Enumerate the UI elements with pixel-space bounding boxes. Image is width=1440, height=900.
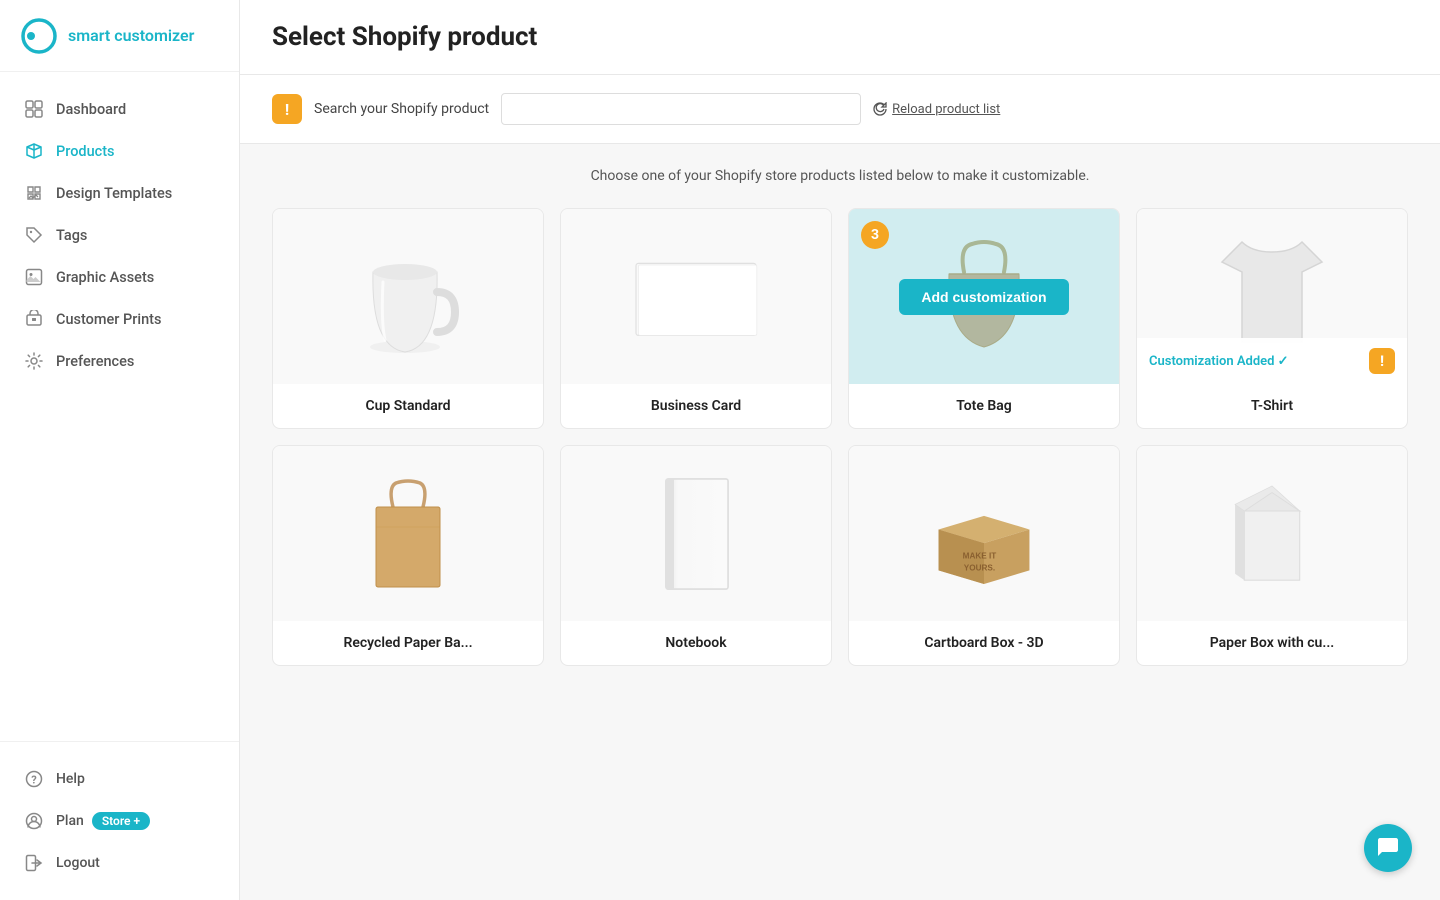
main-content: Select Shopify product ! Search your Sho… [240,0,1440,900]
sidebar-item-label-dashboard: Dashboard [56,101,126,118]
sidebar-item-preferences[interactable]: Preferences [0,340,239,382]
main-header: Select Shopify product [240,0,1440,75]
product-image-cup-standard [273,209,543,384]
main-nav: Dashboard Products Design [0,72,239,741]
product-card-notebook[interactable]: Notebook [560,445,832,666]
svg-text:MAKE IT: MAKE IT [963,551,997,560]
sidebar-item-design-templates[interactable]: Design Templates [0,172,239,214]
product-image-notebook [561,446,831,621]
sidebar-item-dashboard[interactable]: Dashboard [0,88,239,130]
sidebar-item-graphic-assets[interactable]: Graphic Assets [0,256,239,298]
notebook-image [651,474,741,594]
reload-button[interactable]: Reload product list [873,102,1000,117]
cbox-image: MAKE IT YOURS. [919,484,1049,584]
product-card-paper-box[interactable]: Paper Box with cu... [1136,445,1408,666]
overlay-count: 3 [861,221,889,249]
sidebar-item-tags[interactable]: Tags [0,214,239,256]
sidebar-item-label-customer-prints: Customer Prints [56,311,161,328]
sidebar-item-label-graphic-assets: Graphic Assets [56,269,154,286]
bcard-image [631,257,761,337]
main-body: Choose one of your Shopify store product… [240,144,1440,900]
customization-added-overlay: Customization Added ✓ ! [1137,338,1407,384]
design-templates-icon [24,183,44,203]
sidebar-item-label-products: Products [56,143,115,160]
page-title: Select Shopify product [272,22,1408,52]
chat-button[interactable] [1364,824,1412,872]
help-icon: ? [24,769,44,789]
sidebar-item-logout[interactable]: Logout [0,842,239,884]
sidebar-bottom: ? Help Plan Store + [0,741,239,900]
dashboard-icon [24,99,44,119]
customer-prints-icon [24,309,44,329]
sidebar: smart customizer Dashboard [0,0,240,900]
product-name-paper-box: Paper Box with cu... [1137,621,1407,665]
plan-icon [24,811,44,831]
reload-label: Reload product list [892,102,1000,117]
pbox-image [1222,474,1322,594]
product-name-tshirt: T-Shirt [1137,384,1407,428]
product-name-cartboard-box: Cartboard Box - 3D [849,621,1119,665]
search-input[interactable] [501,93,861,125]
reload-icon [873,102,887,116]
product-image-cartboard-box: MAKE IT YOURS. [849,446,1119,621]
customization-exclaim-icon: ! [1369,348,1395,374]
product-card-cartboard-box[interactable]: MAKE IT YOURS. Cartboard Box - 3D [848,445,1120,666]
tags-icon [24,225,44,245]
app-name: smart customizer [68,26,194,45]
product-card-tote-bag[interactable]: 3 Add customization Tote Bag [848,208,1120,429]
product-card-cup-standard[interactable]: Cup Standard [272,208,544,429]
mug-image [353,232,463,362]
svg-text:YOURS.: YOURS. [964,563,995,572]
product-image-paper-bag [273,446,543,621]
preferences-icon [24,351,44,371]
customization-added-text: Customization Added ✓ [1149,354,1289,369]
add-customization-button[interactable]: Add customization [899,279,1068,315]
search-label: Search your Shopify product [314,101,489,117]
alert-icon: ! [272,94,302,124]
sidebar-item-label-tags: Tags [56,227,87,244]
product-name-business-card: Business Card [561,384,831,428]
sidebar-item-help[interactable]: ? Help [0,758,239,800]
product-image-business-card [561,209,831,384]
product-card-tshirt[interactable]: Customization Added ✓ ! T-Shirt [1136,208,1408,429]
sidebar-item-label-logout: Logout [56,855,100,871]
products-icon [24,141,44,161]
product-card-business-card[interactable]: Business Card [560,208,832,429]
graphic-assets-icon [24,267,44,287]
chat-icon [1376,836,1400,860]
sidebar-item-label-plan: Plan [56,813,84,829]
logo: smart customizer [0,0,239,72]
plan-badge[interactable]: Store + [92,812,150,830]
sidebar-item-customer-prints[interactable]: Customer Prints [0,298,239,340]
sidebar-item-plan[interactable]: Plan Store + [0,800,239,842]
product-image-tote-bag: 3 Add customization [849,209,1119,384]
product-image-tshirt: Customization Added ✓ ! [1137,209,1407,384]
sidebar-item-label-help: Help [56,771,85,787]
subtitle: Choose one of your Shopify store product… [272,168,1408,184]
svg-text:?: ? [31,774,37,787]
product-name-recycled-paper-bag: Recycled Paper Ba... [273,621,543,665]
logo-icon [20,17,58,55]
product-image-paper-box [1137,446,1407,621]
product-name-cup-standard: Cup Standard [273,384,543,428]
product-name-tote: Tote Bag [849,384,1119,428]
sidebar-item-label-design-templates: Design Templates [56,185,172,202]
sidebar-item-label-preferences: Preferences [56,353,134,370]
sidebar-item-products[interactable]: Products [0,130,239,172]
product-name-notebook: Notebook [561,621,831,665]
product-card-recycled-paper-bag[interactable]: Recycled Paper Ba... [272,445,544,666]
logout-icon [24,853,44,873]
tote-overlay: 3 Add customization [849,209,1119,384]
products-grid: Cup Standard Business Card [272,208,1408,666]
paperbag-image [358,469,458,599]
search-bar: ! Search your Shopify product Reload pro… [240,75,1440,144]
